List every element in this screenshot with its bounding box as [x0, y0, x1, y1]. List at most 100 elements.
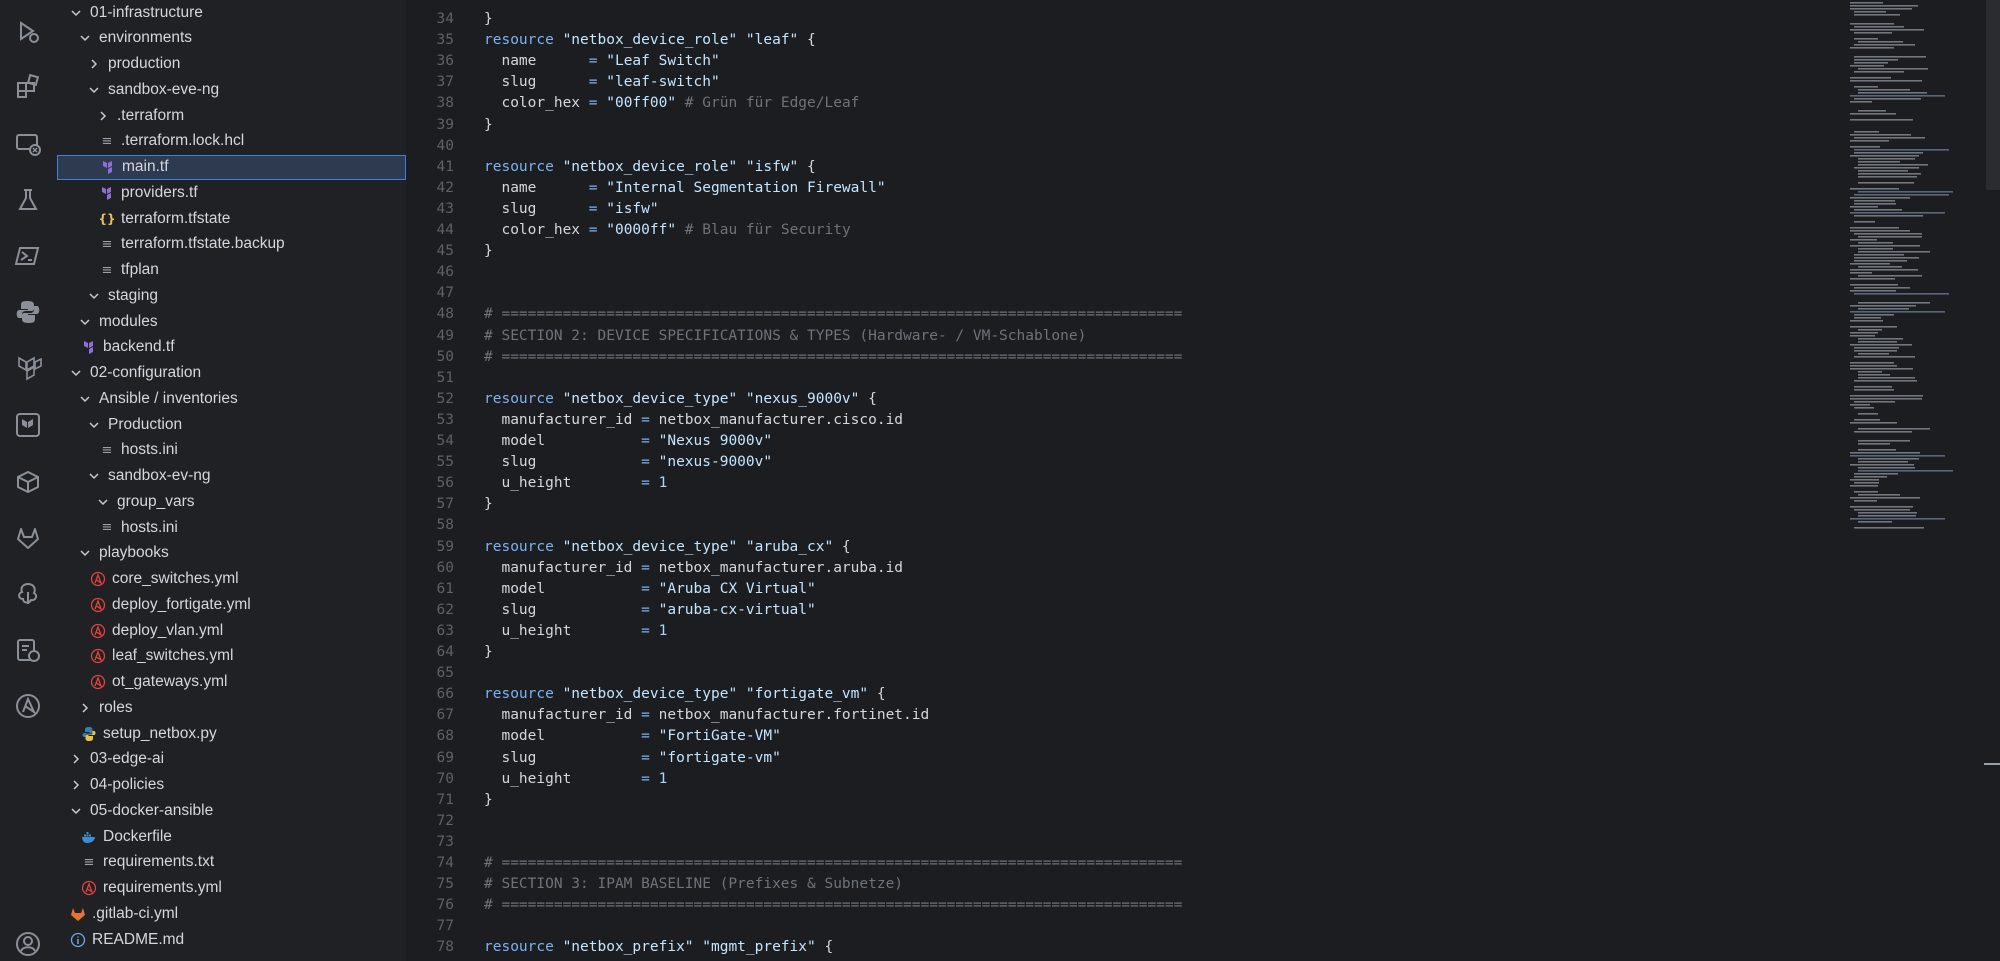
terraform-icon[interactable]: [12, 352, 44, 384]
code-line[interactable]: 42 name = "Internal Segmentation Firewal…: [406, 178, 1966, 199]
code-line[interactable]: 78 resource "netbox_prefix" "mgmt_prefix"…: [406, 937, 1966, 958]
code-line[interactable]: 36 name = "Leaf Switch": [406, 51, 1966, 72]
file-setup-netbox-py[interactable]: setup_netbox.py: [56, 721, 406, 746]
code-line[interactable]: 37 slug = "leaf-switch": [406, 72, 1966, 93]
code-line[interactable]: 68 model = "FortiGate-VM": [406, 726, 1966, 747]
code-line[interactable]: 60 manufacturer_id = netbox_manufacturer…: [406, 558, 1966, 579]
containers-icon[interactable]: [12, 466, 44, 498]
file-providers-tf[interactable]: providers.tf: [56, 180, 406, 205]
code-line[interactable]: 63 u_height = 1: [406, 621, 1966, 642]
file-backend-tf[interactable]: backend.tf: [56, 335, 406, 360]
folder-playbooks[interactable]: playbooks: [56, 541, 406, 566]
folder-sandbox-ev-ng[interactable]: sandbox-ev-ng: [56, 464, 406, 489]
file-terraform-lock-hcl[interactable]: ≡ .terraform.lock.hcl: [56, 129, 406, 154]
run-debug-icon[interactable]: [12, 15, 44, 47]
chevron-down-icon[interactable]: [77, 314, 93, 330]
chevron-down-icon[interactable]: [77, 545, 93, 561]
file-deploy-fortigate-yml[interactable]: deploy_fortigate.yml: [56, 592, 406, 617]
code-line[interactable]: 40: [406, 136, 1966, 157]
folder-sandbox-eve-ng[interactable]: sandbox-eve-ng: [56, 77, 406, 102]
file-hosts-ini[interactable]: ≡ hosts.ini: [56, 515, 406, 540]
folder-01-infrastructure[interactable]: 01-infrastructure: [56, 0, 406, 25]
code-line[interactable]: 51: [406, 368, 1966, 389]
chevron-down-icon[interactable]: [86, 288, 102, 304]
file-requirements-yml[interactable]: requirements.yml: [56, 876, 406, 901]
code-line[interactable]: 57}: [406, 494, 1966, 515]
code-line[interactable]: 75 # SECTION 3: IPAM BASELINE (Prefixes &…: [406, 874, 1966, 895]
code-line[interactable]: 52 resource "netbox_device_type" "nexus_9…: [406, 389, 1966, 410]
ci-status-icon[interactable]: [12, 634, 44, 666]
code-line[interactable]: 72: [406, 811, 1966, 832]
chevron-right-icon[interactable]: [77, 700, 93, 716]
code-line[interactable]: 65: [406, 663, 1966, 684]
code-line[interactable]: 64}: [406, 642, 1966, 663]
code-line[interactable]: 41 resource "netbox_device_role" "isfw" {: [406, 157, 1966, 178]
file-tfplan[interactable]: ≡ tfplan: [56, 258, 406, 283]
folder-environments[interactable]: environments: [56, 26, 406, 51]
code-line[interactable]: 74 # ====================================…: [406, 853, 1966, 874]
code-line[interactable]: 69 slug = "fortigate-vm": [406, 748, 1966, 769]
folder-terraform[interactable]: .terraform: [56, 103, 406, 128]
code-line[interactable]: 71}: [406, 790, 1966, 811]
file-hosts-ini[interactable]: ≡ hosts.ini: [56, 438, 406, 463]
code-line[interactable]: 56 u_height = 1: [406, 473, 1966, 494]
file-deploy-vlan-yml[interactable]: deploy_vlan.yml: [56, 618, 406, 643]
code-line[interactable]: 39}: [406, 115, 1966, 136]
chevron-down-icon[interactable]: [86, 82, 102, 98]
chevron-right-icon[interactable]: [68, 751, 84, 767]
file-core-switches-yml[interactable]: core_switches.yml: [56, 567, 406, 592]
folder-ansible-inventories[interactable]: Ansible / inventories: [56, 386, 406, 411]
file-dockerfile[interactable]: Dockerfile: [56, 824, 406, 849]
code-line[interactable]: 61 model = "Aruba CX Virtual": [406, 579, 1966, 600]
folder-05-docker-ansible[interactable]: 05-docker-ansible: [56, 798, 406, 823]
chevron-down-icon[interactable]: [86, 417, 102, 433]
powershell-icon[interactable]: [12, 240, 44, 272]
folder-04-policies[interactable]: 04-policies: [56, 773, 406, 798]
code-line[interactable]: 45}: [406, 241, 1966, 262]
chevron-down-icon[interactable]: [77, 391, 93, 407]
folder-modules[interactable]: modules: [56, 309, 406, 334]
code-line[interactable]: 48 # ====================================…: [406, 304, 1966, 325]
ansible-icon[interactable]: [12, 690, 44, 722]
code-line[interactable]: 47: [406, 283, 1966, 304]
code-line[interactable]: 67 manufacturer_id = netbox_manufacturer…: [406, 705, 1966, 726]
file-gitlab-ci-yml[interactable]: .gitlab-ci.yml: [56, 901, 406, 926]
chevron-right-icon[interactable]: [95, 108, 111, 124]
code-line[interactable]: 53 manufacturer_id = netbox_manufacturer…: [406, 410, 1966, 431]
code-line[interactable]: 38 color_hex = "00ff00" # Grün für Edge/…: [406, 93, 1966, 114]
chevron-down-icon[interactable]: [68, 803, 84, 819]
file-terraform-tfstate[interactable]: {} terraform.tfstate: [56, 206, 406, 231]
gitlab-icon[interactable]: [12, 522, 44, 554]
folder-03-edge-ai[interactable]: 03-edge-ai: [56, 747, 406, 772]
code-line[interactable]: 62 slug = "aruba-cx-virtual": [406, 600, 1966, 621]
code-line[interactable]: 73: [406, 832, 1966, 853]
file-terraform-tfstate-backup[interactable]: ≡ terraform.tfstate.backup: [56, 232, 406, 257]
code-line[interactable]: 46: [406, 262, 1966, 283]
code-line[interactable]: 34}: [406, 9, 1966, 30]
code-line[interactable]: 70 u_height = 1: [406, 769, 1966, 790]
terraform-cloud-icon[interactable]: [12, 409, 44, 441]
code-line[interactable]: 43 slug = "isfw": [406, 199, 1966, 220]
file-ot-gateways-yml[interactable]: ot_gateways.yml: [56, 670, 406, 695]
code-line[interactable]: 35 resource "netbox_device_role" "leaf" {: [406, 30, 1966, 51]
chevron-down-icon[interactable]: [86, 468, 102, 484]
code-line[interactable]: 55 slug = "nexus-9000v": [406, 452, 1966, 473]
code-line[interactable]: 77: [406, 916, 1966, 937]
folder-staging[interactable]: staging: [56, 283, 406, 308]
code-line[interactable]: 44 color_hex = "0000ff" # Blau für Secur…: [406, 220, 1966, 241]
git-graph-icon[interactable]: [12, 578, 44, 610]
code-line[interactable]: 66 resource "netbox_device_type" "fortiga…: [406, 684, 1966, 705]
folder-group-vars[interactable]: group_vars: [56, 489, 406, 514]
chevron-right-icon[interactable]: [68, 777, 84, 793]
python-icon[interactable]: [12, 296, 44, 328]
code-line[interactable]: 50 # ====================================…: [406, 347, 1966, 368]
testing-icon[interactable]: [12, 184, 44, 216]
code-line[interactable]: 58: [406, 515, 1966, 536]
code-line[interactable]: 76 # ====================================…: [406, 895, 1966, 916]
file-leaf-switches-yml[interactable]: leaf_switches.yml: [56, 644, 406, 669]
code-editor[interactable]: 34} 35 resource "netbox_device_role" "leaf…: [406, 0, 2000, 961]
folder-roles[interactable]: roles: [56, 695, 406, 720]
file-requirements-txt[interactable]: ≡ requirements.txt: [56, 850, 406, 875]
remote-explorer-icon[interactable]: [12, 128, 44, 160]
code-line[interactable]: 49 # SECTION 2: DEVICE SPECIFICATIONS & T…: [406, 326, 1966, 347]
